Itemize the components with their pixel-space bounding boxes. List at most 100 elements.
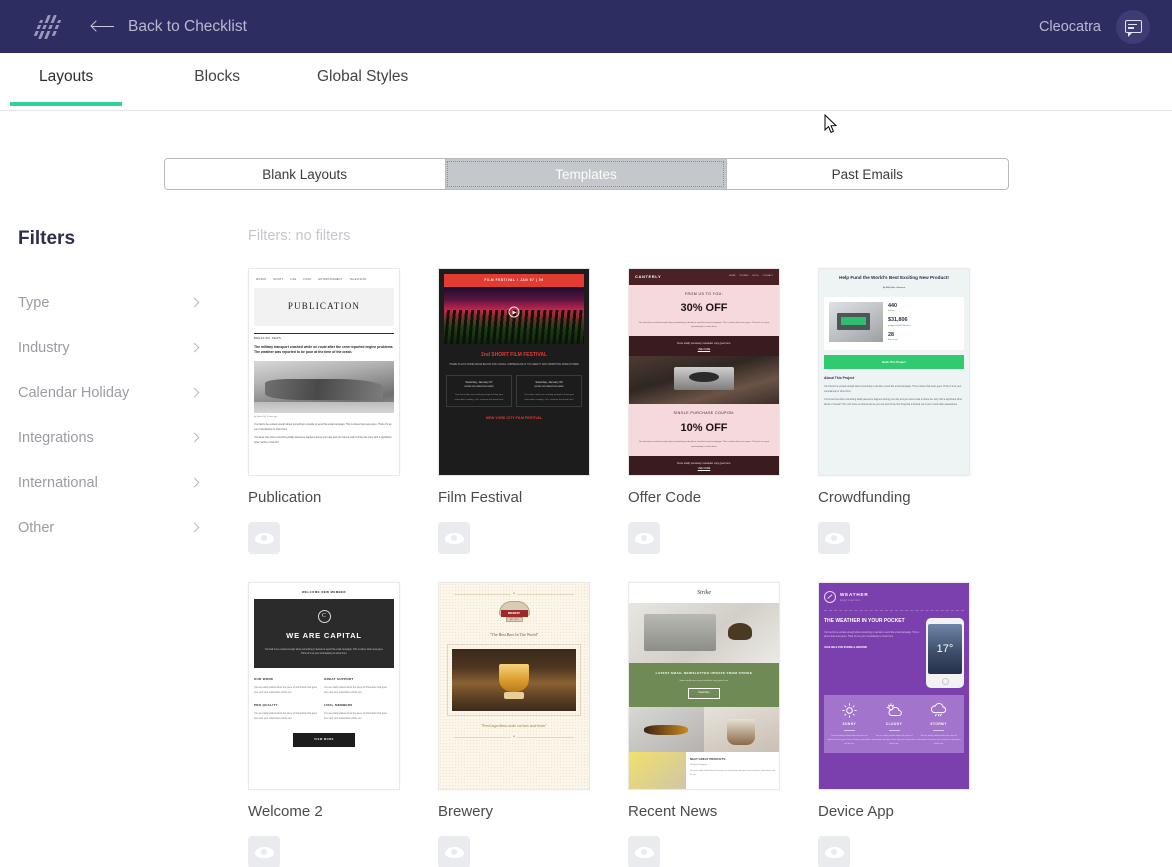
template-thumbnail[interactable]: WORLD SPORT LIFE FOOD ENTERTAINMENT TELE… [248, 268, 400, 476]
user-name-label[interactable]: Cleocatra [1039, 19, 1101, 35]
content-area: Filters Type Industry Calendar Holiday I… [0, 190, 1172, 867]
offer-value: 30% OFF [680, 302, 728, 315]
products-text-block: NEXT GREAT PRODUCTS Product Category You… [686, 752, 779, 789]
template-thumbnail[interactable]: BREWERY EST. 1910 "The Best Beer In The … [438, 582, 590, 790]
band-code-link[interactable]: USE CODE [629, 348, 779, 352]
crowdfunding-stats-card: 440 backers $31,806 pledged of $40,000 g… [824, 297, 964, 350]
slashes-logo-icon[interactable] [30, 12, 65, 42]
nav-item: CONTACT [762, 275, 773, 278]
template-card-device-app[interactable]: WEATHER Application THE WEATHER IN YOUR … [818, 582, 1008, 867]
sidebar-item-calendar-holiday[interactable]: Calendar Holiday [18, 370, 248, 415]
preview-button[interactable] [438, 522, 470, 554]
column-heading: Saturday, January 07 [465, 379, 493, 384]
nav-item: ENTERTAINMENT [318, 278, 343, 281]
stat-label: pledged of $40,000 goal [888, 324, 911, 327]
segment-templates[interactable]: Templates [444, 159, 727, 189]
template-thumbnail[interactable]: FILM FESTIVAL / JAN 07 | 09 2nd SHORT FI… [438, 268, 590, 476]
publication-nav: WORLD SPORT LIFE FOOD ENTERTAINMENT TELE… [254, 275, 394, 288]
stat-value: 28 [888, 331, 894, 338]
template-name: Brewery [438, 803, 494, 820]
weather-text: You are totally stoked about the piece o… [916, 734, 961, 746]
weather-text: You are totally stoked about the piece o… [872, 734, 917, 746]
badge-ribbon-text: BREWERY [500, 610, 528, 617]
nav-item: WORLD [256, 278, 267, 281]
sidebar-item-type[interactable]: Type [18, 280, 248, 325]
template-card-publication[interactable]: WORLD SPORT LIFE FOOD ENTERTAINMENT TELE… [248, 268, 438, 554]
stat-label: days to go [888, 338, 898, 341]
segment-past-emails[interactable]: Past Emails [726, 159, 1008, 189]
sidebar-item-other[interactable]: Other [18, 505, 248, 550]
sidebar-item-label: Integrations [18, 429, 94, 446]
tab-layouts-label: Layouts [39, 68, 94, 85]
template-thumbnail[interactable]: CANTERLY HOME STORES BLOG CONTACT FROM U… [628, 268, 780, 476]
template-card-welcome-2[interactable]: WELCOME NEW MEMBER C WE ARE CAPITAL You … [248, 582, 438, 867]
sidebar-item-industry[interactable]: Industry [18, 325, 248, 370]
badge-sub-text: EST. 1910 [505, 617, 523, 622]
template-card-crowdfunding[interactable]: Help Fund the World's Best Exciting New … [818, 268, 1008, 554]
offer-code-nav: HOME STORES BLOG CONTACT [729, 275, 773, 278]
band-code-link[interactable]: USE CODE [629, 467, 779, 471]
chevron-right-icon [189, 342, 200, 353]
preview-button[interactable] [628, 522, 660, 554]
tab-global-styles[interactable]: Global Styles [317, 68, 408, 105]
publication-caption: by John Uk | 1 hour ago [254, 416, 278, 419]
sidebar-item-integrations[interactable]: Integrations [18, 415, 248, 460]
template-thumbnail[interactable]: WEATHER Application THE WEATHER IN YOUR … [818, 582, 970, 790]
latte-photo [704, 707, 779, 753]
welcome-hero: C WE ARE CAPITAL You had to be excited e… [254, 599, 394, 668]
chevron-right-icon [189, 522, 200, 533]
eye-icon [824, 846, 844, 858]
plane-wreck-photo [254, 361, 394, 414]
back-project-button[interactable]: Back This Project [824, 354, 964, 370]
tab-blocks[interactable]: Blocks [194, 68, 240, 105]
weather-card: STORMY You are totally stoked about the … [916, 702, 961, 746]
iphone-mockup: 17° [926, 618, 964, 688]
template-card-film-festival[interactable]: FILM FESTIVAL / JAN 07 | 09 2nd SHORT FI… [438, 268, 628, 554]
preview-button[interactable] [818, 836, 850, 867]
template-thumbnail[interactable]: Strike LATEST EMAIL NEWSLETTER UPDATE FR… [628, 582, 780, 790]
offer-block-2: SINGLE PURCHASE COUPON: 10% OFF You had … [629, 404, 779, 456]
divider [254, 332, 394, 334]
film-festival-footer: NEW YORK CITY FILM FESTIVAL [485, 416, 543, 421]
preview-button[interactable] [248, 522, 280, 554]
back-to-checklist-link[interactable]: Back to Checklist [90, 18, 247, 36]
preview-button[interactable] [628, 836, 660, 867]
template-thumbnail[interactable]: WELCOME NEW MEMBER C WE ARE CAPITAL You … [248, 582, 400, 790]
preview-button[interactable] [248, 836, 280, 867]
sidebar-item-international[interactable]: International [18, 460, 248, 505]
tab-blocks-label: Blocks [194, 68, 240, 85]
welcome-feature-columns: OUR WORK You are totally stoked about th… [254, 677, 394, 729]
device-app-copy: THE WEATHER IN YOUR POCKET You had to be… [824, 618, 921, 688]
template-card-brewery[interactable]: BREWERY EST. 1910 "The Best Beer In The … [438, 582, 628, 867]
stats-list: 440 backers $31,806 pledged of $40,000 g… [888, 302, 959, 345]
template-name: Crowdfunding [818, 489, 911, 506]
weather-label: STORMY [930, 722, 947, 726]
template-card-offer-code[interactable]: CANTERLY HOME STORES BLOG CONTACT FROM U… [628, 268, 818, 554]
preview-button[interactable] [438, 836, 470, 867]
cloud-sun-icon [872, 702, 917, 719]
preview-button[interactable] [818, 522, 850, 554]
view-more-button[interactable]: VIEW MORE [293, 733, 355, 747]
template-thumbnail[interactable]: Help Fund the World's Best Exciting New … [818, 268, 970, 476]
column-subheading: MORE INFORMATION HERE [534, 386, 564, 389]
chevron-right-icon [189, 297, 200, 308]
laptop-photo [829, 302, 883, 343]
eye-icon [634, 532, 654, 544]
feature-column: 1000+ MEMBERS You are totally stoked abo… [324, 703, 394, 722]
sidebar-item-label: Other [18, 519, 55, 536]
camera-photo [629, 356, 779, 405]
column: Saturday, January 09 MORE INFORMATION HE… [516, 374, 582, 408]
weather-card: SUNNY You are totally stoked about the p… [827, 702, 872, 746]
crowdfunding-byline: By Billy Bee Johnson [882, 286, 906, 289]
welcome-title: WE ARE CAPITAL [286, 631, 362, 641]
tab-layouts[interactable]: Layouts [9, 68, 123, 106]
segment-blank-layouts[interactable]: Blank Layouts [164, 159, 445, 189]
nav-item: HOME [728, 275, 736, 278]
read-more-button[interactable]: Read More [688, 687, 720, 700]
about-paragraph-2: You know how when something totally awes… [824, 399, 963, 407]
column-text: Your other cinder was exciting enough to… [524, 394, 574, 401]
chat-button[interactable] [1116, 9, 1150, 44]
template-card-recent-news[interactable]: Strike LATEST EMAIL NEWSLETTER UPDATE FR… [628, 582, 818, 867]
play-circle-icon[interactable] [508, 306, 520, 318]
phone-screen-temp: 17° [928, 624, 962, 674]
